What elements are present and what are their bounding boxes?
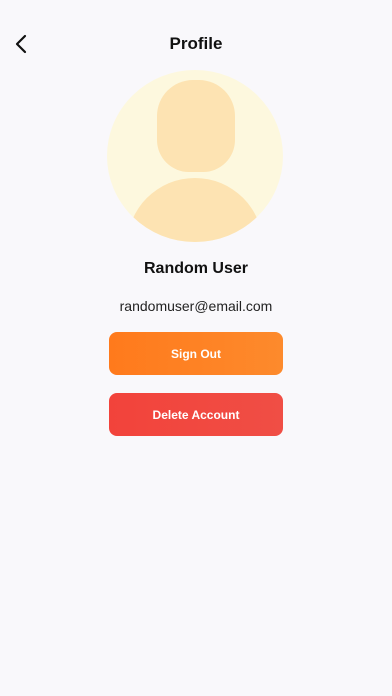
user-email: randomuser@email.com <box>119 298 273 314</box>
sign-out-label: Sign Out <box>171 346 221 361</box>
page-title: Profile <box>169 34 223 53</box>
user-name: Random User <box>143 260 249 277</box>
delete-account-button[interactable]: Delete Account <box>109 393 283 436</box>
avatar-body-shape <box>127 178 263 242</box>
sign-out-button[interactable]: Sign Out <box>109 332 283 375</box>
avatar <box>107 70 283 242</box>
delete-account-label: Delete Account <box>152 407 240 422</box>
profile-screen: Profile Random User randomuser@email.com… <box>0 0 392 696</box>
avatar-head-shape <box>157 80 235 172</box>
header: Profile <box>0 24 392 64</box>
